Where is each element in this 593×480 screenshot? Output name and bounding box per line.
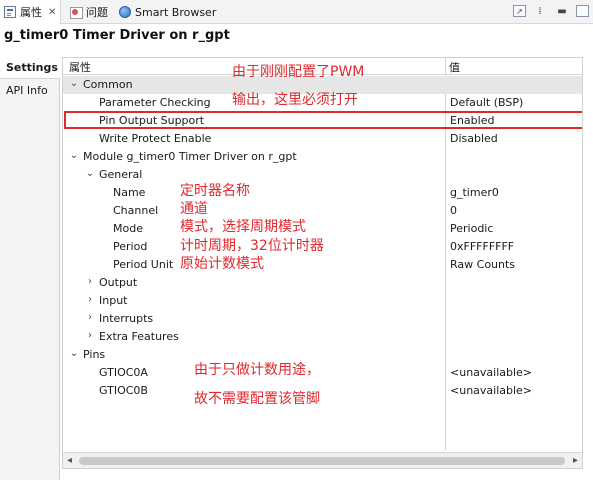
chevron-right-icon[interactable]: › bbox=[85, 312, 95, 323]
tab-properties-label: 属性 bbox=[20, 6, 42, 19]
row-label: General bbox=[99, 168, 143, 181]
left-tab-strip: Settings API Info bbox=[0, 57, 60, 480]
row-value[interactable]: 0 bbox=[450, 204, 457, 217]
tab-smart-browser[interactable]: Smart Browser bbox=[115, 0, 220, 24]
row-label: Extra Features bbox=[99, 330, 179, 343]
tree-row-output[interactable]: › Output bbox=[63, 274, 582, 292]
row-value[interactable]: <unavailable> bbox=[450, 366, 532, 379]
table-row[interactable]: GTIOC0A <unavailable> bbox=[63, 364, 582, 382]
row-value[interactable]: g_timer0 bbox=[450, 186, 499, 199]
annotation-mode: 模式，选择周期模式 bbox=[180, 219, 306, 235]
row-label: GTIOC0A bbox=[99, 366, 148, 379]
tree-row-interrupts[interactable]: › Interrupts bbox=[63, 310, 582, 328]
scroll-left-icon[interactable]: ◂ bbox=[67, 455, 72, 466]
maximize-icon[interactable] bbox=[576, 5, 589, 17]
chevron-down-icon[interactable]: ⌄ bbox=[69, 348, 79, 359]
annotation-channel: 通道 bbox=[180, 201, 208, 217]
tab-settings[interactable]: Settings bbox=[0, 57, 60, 79]
tab-problems-label: 问题 bbox=[86, 6, 108, 19]
property-table: 属性 值 ⌄ Common Parameter Checking Default… bbox=[62, 57, 583, 469]
table-row[interactable]: Period Unit Raw Counts bbox=[63, 256, 582, 274]
row-label: Write Protect Enable bbox=[99, 132, 212, 145]
tree-row-module[interactable]: ⌄ Module g_timer0 Timer Driver on r_gpt bbox=[63, 148, 582, 166]
close-icon[interactable]: ✕ bbox=[48, 7, 56, 18]
property-column-header[interactable]: 属性 bbox=[69, 59, 91, 75]
new-window-icon[interactable]: ↗ bbox=[513, 5, 526, 17]
chevron-down-icon[interactable]: ⌄ bbox=[69, 78, 79, 89]
annotation-pins-line2: 故不需要配置该管脚 bbox=[194, 391, 320, 407]
tree-row-general[interactable]: ⌄ General bbox=[63, 166, 582, 184]
row-value[interactable]: Periodic bbox=[450, 222, 493, 235]
table-row[interactable]: Name g_timer0 bbox=[63, 184, 582, 202]
row-label: Channel bbox=[113, 204, 159, 217]
tree-row-input[interactable]: › Input bbox=[63, 292, 582, 310]
row-label: Name bbox=[113, 186, 146, 199]
globe-icon bbox=[119, 6, 131, 18]
row-label: Module g_timer0 Timer Driver on r_gpt bbox=[83, 150, 297, 163]
chevron-right-icon[interactable]: › bbox=[85, 294, 95, 305]
scroll-right-icon[interactable]: ▸ bbox=[573, 455, 578, 466]
annotation-pwm-line2: 输出，这里必须打开 bbox=[232, 92, 358, 108]
row-label: GTIOC0B bbox=[99, 384, 148, 397]
row-label: Mode bbox=[113, 222, 143, 235]
row-label: Interrupts bbox=[99, 312, 154, 325]
table-row[interactable]: Channel 0 bbox=[63, 202, 582, 220]
table-row[interactable]: GTIOC0B <unavailable> bbox=[63, 382, 582, 400]
chevron-down-icon[interactable]: ⌄ bbox=[69, 150, 79, 161]
row-label: Common bbox=[83, 78, 133, 91]
row-value[interactable]: 0xFFFFFFFF bbox=[450, 240, 514, 253]
row-label: Pins bbox=[83, 348, 106, 361]
tree-row-pins[interactable]: ⌄ Pins bbox=[63, 346, 582, 364]
row-label: Output bbox=[99, 276, 138, 289]
problems-icon bbox=[70, 6, 83, 19]
page-title: g_timer0 Timer Driver on r_gpt bbox=[4, 28, 230, 43]
chevron-right-icon[interactable]: › bbox=[85, 330, 95, 341]
annotation-unit: 原始计数模式 bbox=[180, 256, 264, 272]
row-value[interactable]: Disabled bbox=[450, 132, 498, 145]
row-value[interactable]: Raw Counts bbox=[450, 258, 515, 271]
tab-smart-browser-label: Smart Browser bbox=[135, 5, 217, 19]
tab-api-info[interactable]: API Info bbox=[0, 79, 59, 101]
row-value[interactable]: Default (BSP) bbox=[450, 96, 523, 109]
properties-icon bbox=[4, 6, 16, 18]
view-tab-bar: 属性 ✕ 问题 Smart Browser ↗ ⁞ ▬ bbox=[0, 0, 593, 25]
annotation-name: 定时器名称 bbox=[180, 183, 250, 199]
chevron-right-icon[interactable]: › bbox=[85, 276, 95, 287]
tree-row-extra-features[interactable]: › Extra Features bbox=[63, 328, 582, 346]
highlight-box bbox=[64, 111, 582, 129]
value-column-header[interactable]: 值 bbox=[449, 59, 460, 75]
tab-properties[interactable]: 属性 ✕ bbox=[0, 0, 62, 25]
annotation-period: 计时周期，32位计时器 bbox=[180, 238, 324, 254]
annotation-pins-line1: 由于只做计数用途， bbox=[194, 362, 320, 378]
row-label: Period Unit bbox=[113, 258, 174, 271]
view-toolbar: ↗ ⁞ ▬ bbox=[513, 3, 589, 19]
table-row[interactable]: Write Protect Enable Disabled bbox=[63, 130, 582, 148]
row-label: Input bbox=[99, 294, 128, 307]
pin-icon[interactable]: ⁞ bbox=[532, 3, 548, 19]
row-value[interactable]: <unavailable> bbox=[450, 384, 532, 397]
row-label: Period bbox=[113, 240, 148, 253]
tab-problems[interactable]: 问题 bbox=[66, 0, 112, 24]
minimize-icon[interactable]: ▬ bbox=[554, 3, 570, 19]
horizontal-scrollbar[interactable]: ◂ ▸ bbox=[63, 452, 582, 468]
chevron-down-icon[interactable]: ⌄ bbox=[85, 168, 95, 179]
scrollbar-thumb[interactable] bbox=[79, 457, 565, 465]
row-label: Parameter Checking bbox=[99, 96, 211, 109]
annotation-pwm-line1: 由于刚刚配置了PWM bbox=[232, 64, 365, 80]
